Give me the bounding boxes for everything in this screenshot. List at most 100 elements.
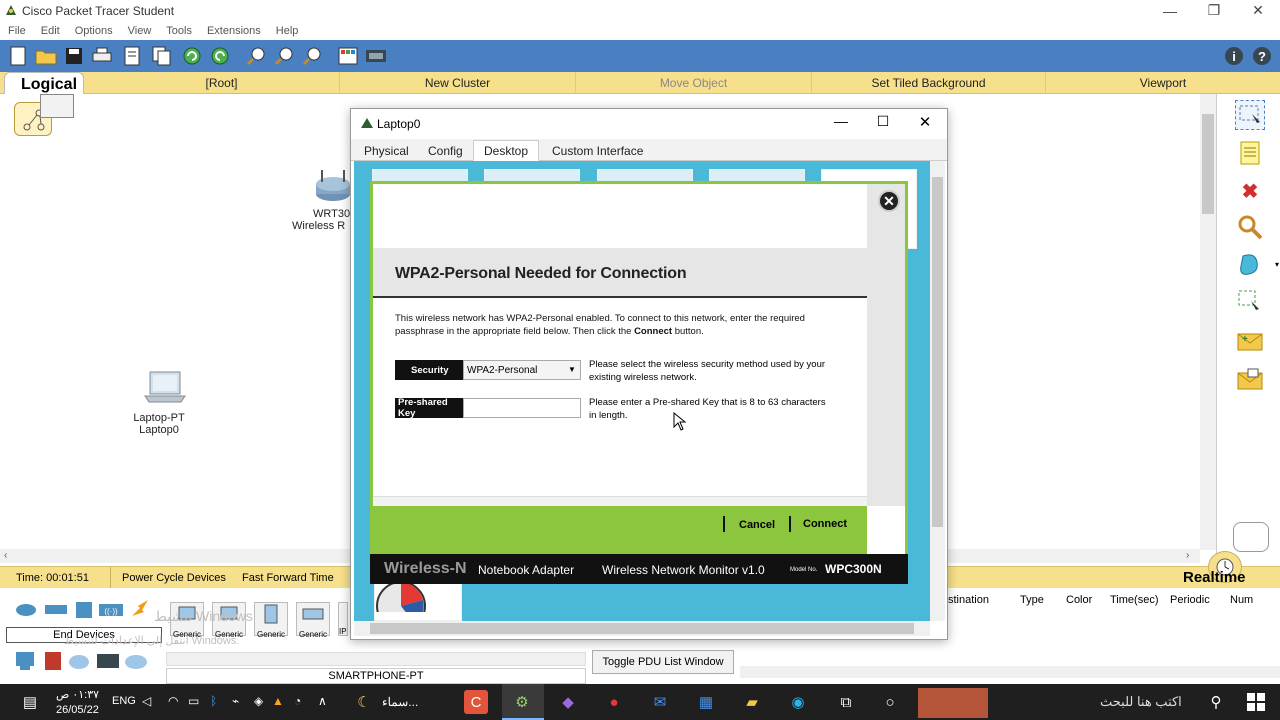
- undo-icon[interactable]: [180, 44, 204, 68]
- move-object-button[interactable]: Move Object: [576, 72, 812, 94]
- bluetooth-icon[interactable]: ᛒ: [210, 694, 217, 708]
- redo-icon[interactable]: [208, 44, 232, 68]
- new-file-icon[interactable]: [6, 44, 30, 68]
- zoom-in-icon[interactable]: [244, 44, 268, 68]
- laptop-vscrollbar[interactable]: [930, 161, 945, 621]
- multiuser-category-icon[interactable]: [124, 650, 148, 672]
- psk-input[interactable]: [463, 398, 581, 418]
- minimize-button[interactable]: —: [1148, 0, 1192, 21]
- palette-dropdown-icon[interactable]: ▾: [1275, 260, 1279, 269]
- simulation-mode-icon[interactable]: [1233, 522, 1269, 552]
- laptop-maximize-button[interactable]: ☐: [871, 113, 895, 135]
- battery-icon[interactable]: ▭: [188, 694, 199, 708]
- cortana-icon[interactable]: ○: [878, 690, 902, 714]
- app-c-icon[interactable]: C: [464, 690, 488, 714]
- wan-emulation-category-icon[interactable]: [68, 650, 90, 672]
- visual-studio-icon[interactable]: ◆: [556, 690, 580, 714]
- workspace-vscrollbar[interactable]: [1200, 94, 1216, 550]
- laptop-vscroll-thumb[interactable]: [932, 177, 943, 527]
- connections-category-icon[interactable]: [128, 598, 152, 620]
- draw-shape-tool-icon[interactable]: [1235, 250, 1265, 280]
- set-tiled-background-button[interactable]: Set Tiled Background: [812, 72, 1046, 94]
- activity-wizard-icon[interactable]: [120, 44, 144, 68]
- menu-view[interactable]: View: [128, 25, 152, 37]
- connect-button[interactable]: Connect: [803, 518, 847, 530]
- custom-devices-category-icon[interactable]: [96, 650, 120, 672]
- wifi-icon[interactable]: ◠: [168, 694, 178, 708]
- close-button[interactable]: ✕: [1236, 0, 1280, 21]
- help-icon[interactable]: i: [1222, 44, 1246, 68]
- tab-custom-interface[interactable]: Custom Interface: [541, 140, 654, 161]
- laptop-hscroll-thumb[interactable]: [370, 623, 914, 634]
- new-cluster-button[interactable]: New Cluster: [340, 72, 576, 94]
- delete-tool-icon[interactable]: ✖: [1235, 176, 1265, 206]
- device-list-scrollbar[interactable]: [166, 652, 586, 666]
- laptop-minimize-button[interactable]: —: [829, 113, 853, 135]
- note-tool-icon[interactable]: [1235, 138, 1265, 168]
- opera-icon[interactable]: ●: [602, 690, 626, 714]
- zoom-out-icon[interactable]: [300, 44, 324, 68]
- clock-date[interactable]: 26/05/22: [56, 704, 99, 716]
- toggle-pdu-list-button[interactable]: Toggle PDU List Window: [592, 650, 734, 674]
- store-icon[interactable]: ▦: [694, 690, 718, 714]
- custom-device-icon[interactable]: [364, 44, 388, 68]
- menu-options[interactable]: Options: [75, 25, 113, 37]
- device-item-generic-server[interactable]: Generic: [254, 602, 288, 639]
- scroll-left-icon[interactable]: ‹: [4, 550, 7, 561]
- language-indicator[interactable]: ENG: [112, 695, 136, 707]
- security-category-icon[interactable]: [42, 650, 64, 672]
- usb-icon[interactable]: ⌁: [232, 694, 239, 708]
- menu-file[interactable]: File: [8, 25, 26, 37]
- switches-category-icon[interactable]: [44, 600, 68, 618]
- device-item-generic-printer[interactable]: Generic: [296, 602, 330, 639]
- show-hidden-icons[interactable]: ∧: [318, 694, 327, 708]
- edge-icon[interactable]: ◉: [786, 690, 810, 714]
- wpa-close-icon[interactable]: ✕: [878, 190, 900, 212]
- copy-icon[interactable]: [150, 44, 174, 68]
- add-complex-pdu-icon[interactable]: [1235, 364, 1265, 394]
- menu-edit[interactable]: Edit: [41, 25, 60, 37]
- laptop-window-titlebar[interactable]: Laptop0 — ☐ ✕: [351, 109, 947, 139]
- wireless-category-icon[interactable]: ((·)): [98, 600, 124, 620]
- network-icon[interactable]: ◔: [294, 694, 301, 708]
- question-icon[interactable]: ?: [1250, 44, 1274, 68]
- scroll-right-icon[interactable]: ›: [1186, 550, 1189, 561]
- cancel-button[interactable]: Cancel: [739, 519, 775, 531]
- clock-time[interactable]: ٠١:٣٧ ص: [56, 688, 99, 701]
- print-icon[interactable]: [90, 44, 114, 68]
- select-tool-icon[interactable]: [1235, 100, 1265, 130]
- laptop-close-button[interactable]: ✕: [913, 113, 937, 135]
- network-devices-category-icon[interactable]: [14, 600, 38, 618]
- menu-help[interactable]: Help: [276, 25, 299, 37]
- menu-extensions[interactable]: Extensions: [207, 25, 261, 37]
- workspace-vscroll-thumb[interactable]: [1202, 114, 1214, 214]
- volume-icon[interactable]: ◁: [142, 694, 151, 708]
- router-icon[interactable]: [314, 168, 352, 204]
- root-button[interactable]: [Root]: [104, 72, 340, 94]
- viewport-button[interactable]: Viewport: [1046, 72, 1280, 94]
- pdu-list-scrollbar[interactable]: [740, 666, 1280, 678]
- security-icon[interactable]: ◈: [254, 694, 263, 708]
- open-folder-icon[interactable]: [34, 44, 58, 68]
- fast-forward-button[interactable]: Fast Forward Time: [242, 572, 334, 584]
- mail-icon[interactable]: ✉: [648, 690, 672, 714]
- menu-tools[interactable]: Tools: [166, 25, 192, 37]
- palette-icon[interactable]: [336, 44, 360, 68]
- add-simple-pdu-icon[interactable]: +: [1235, 326, 1265, 356]
- file-explorer-icon[interactable]: ▰: [740, 690, 764, 714]
- save-icon[interactable]: [62, 44, 86, 68]
- tab-config[interactable]: Config: [417, 140, 474, 161]
- power-cycle-button[interactable]: Power Cycle Devices: [122, 572, 226, 584]
- resize-tool-icon[interactable]: [1235, 286, 1265, 316]
- tab-desktop[interactable]: Desktop: [473, 140, 540, 161]
- device-item-ip-phone[interactable]: IPI: [338, 602, 348, 636]
- notifications-icon[interactable]: ▤: [18, 690, 42, 714]
- end-devices-category-icon[interactable]: [14, 650, 38, 672]
- maximize-button[interactable]: ❐: [1192, 0, 1236, 21]
- security-select[interactable]: WPA2-Personal ▼: [463, 360, 581, 380]
- start-button-icon[interactable]: [1244, 690, 1268, 714]
- search-icon[interactable]: ⚲: [1204, 690, 1228, 714]
- inspect-tool-icon[interactable]: [1235, 212, 1265, 242]
- laptop-icon[interactable]: [144, 370, 186, 406]
- zoom-reset-icon[interactable]: [272, 44, 296, 68]
